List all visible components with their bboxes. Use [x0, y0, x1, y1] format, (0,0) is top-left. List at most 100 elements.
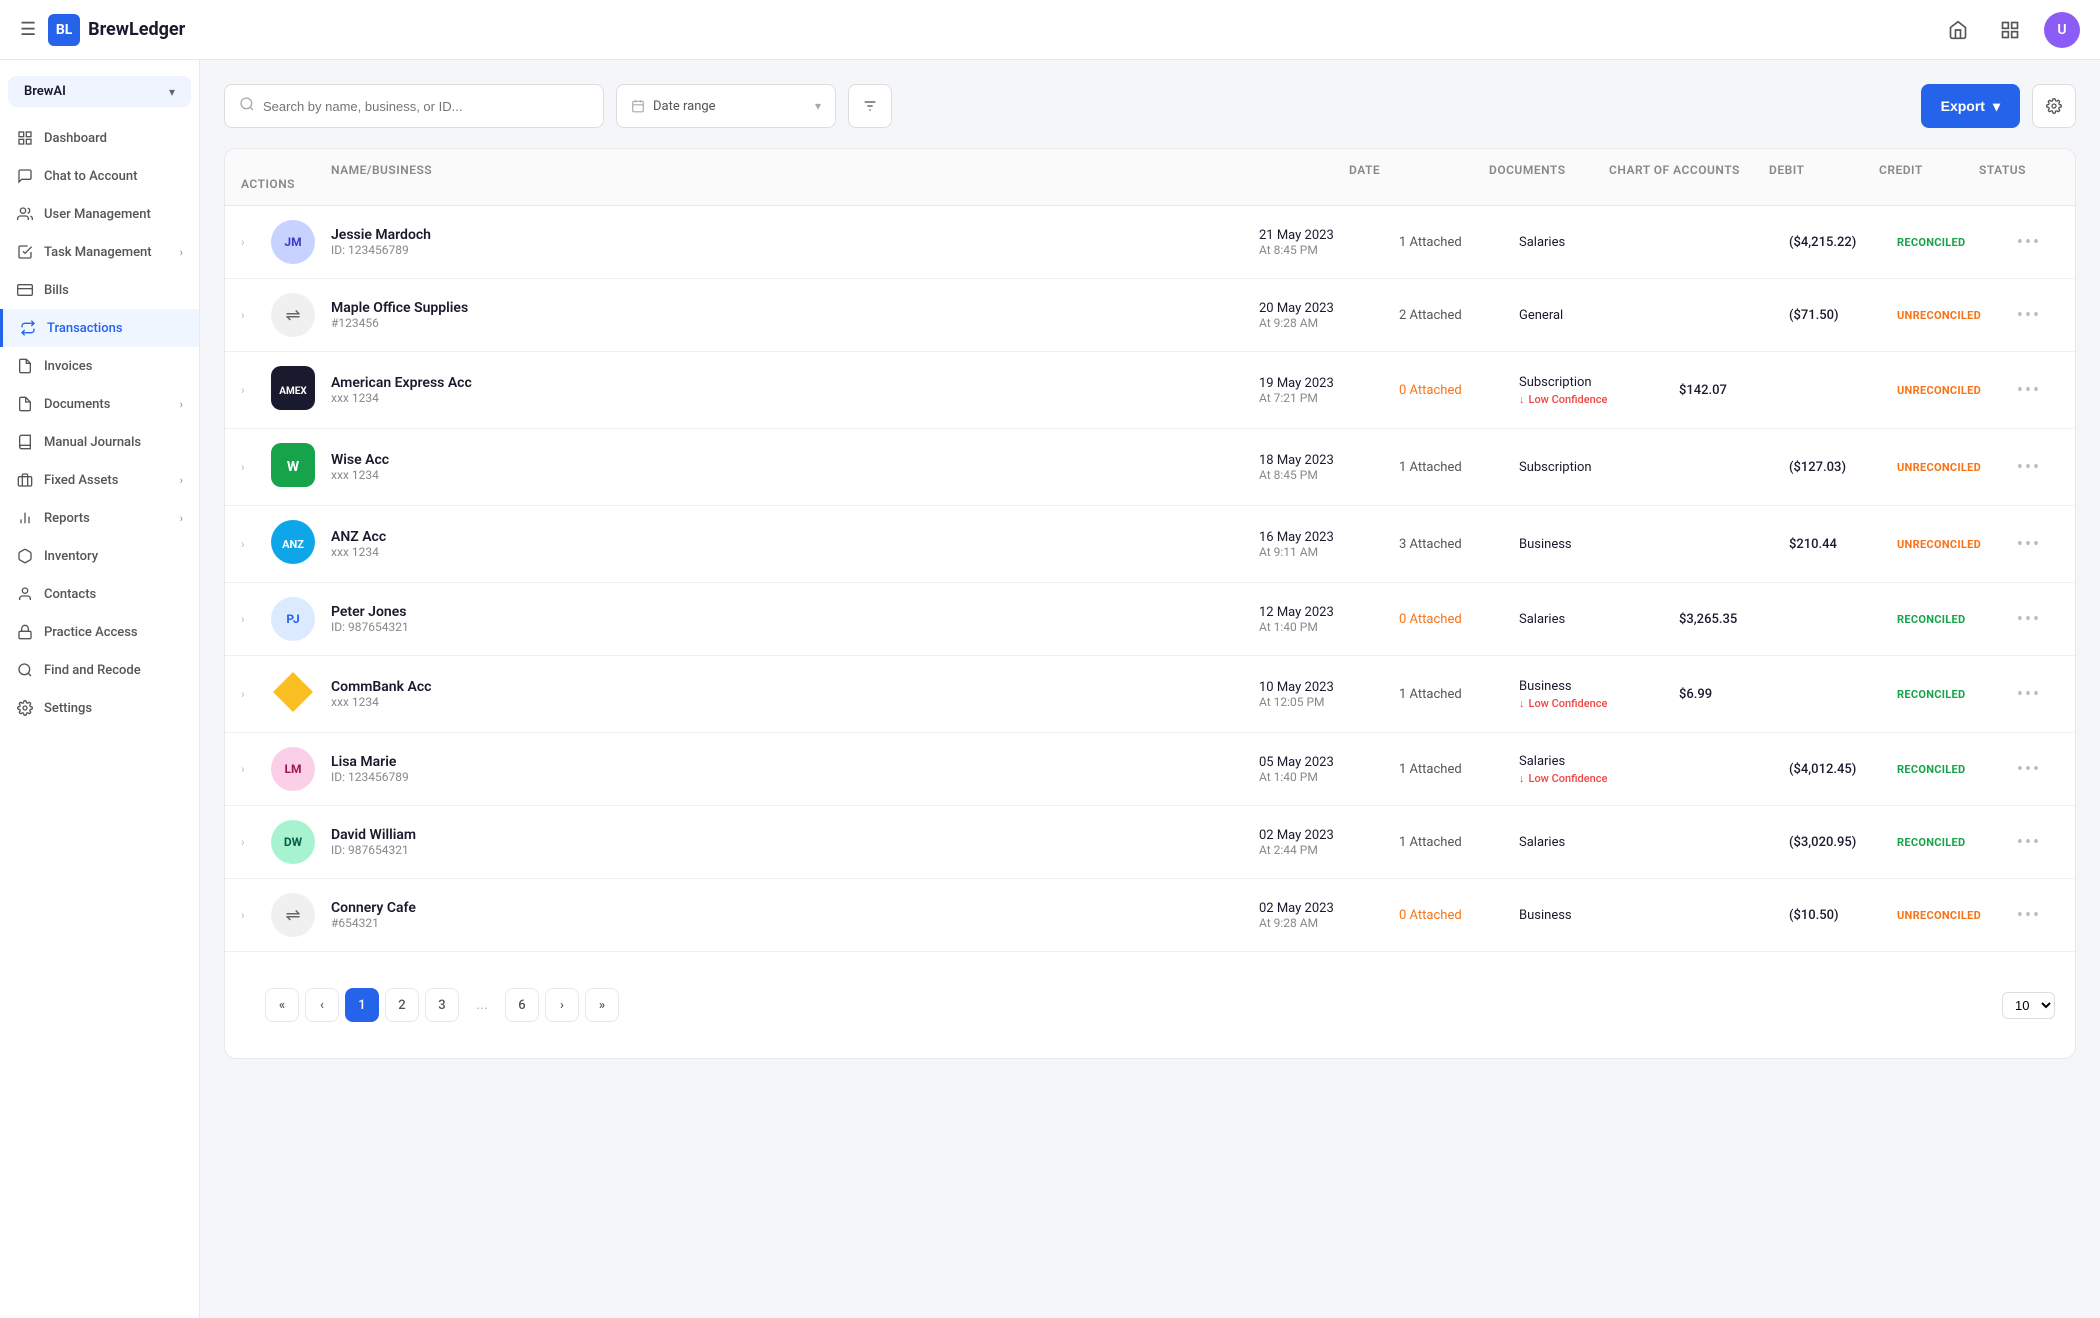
name-cell: Wise Acc xxx 1234: [331, 452, 1259, 482]
page-3-button[interactable]: 3: [425, 988, 459, 1022]
search-box[interactable]: [224, 84, 604, 128]
pagination-controls: « ‹ 1 2 3 ... 6 › »: [245, 968, 639, 1042]
table-row[interactable]: › AMEX American Express Acc xxx 1234 19 …: [225, 352, 2075, 429]
row-expand-icon[interactable]: ›: [241, 537, 271, 551]
actions-cell[interactable]: •••: [1999, 832, 2059, 853]
sidebar-item-inventory[interactable]: Inventory: [0, 537, 199, 575]
actions-cell[interactable]: •••: [1999, 905, 2059, 926]
name-cell: Jessie Mardoch ID: 123456789: [331, 227, 1259, 257]
sidebar-item-settings[interactable]: Settings: [0, 689, 199, 727]
action-menu-icon[interactable]: •••: [2017, 305, 2041, 326]
row-expand-icon[interactable]: ›: [241, 835, 271, 849]
action-menu-icon[interactable]: •••: [2017, 609, 2041, 630]
action-menu-icon[interactable]: •••: [2017, 759, 2041, 780]
user-avatar[interactable]: U: [2044, 12, 2080, 48]
documents-cell: 1 Attached: [1399, 835, 1519, 850]
sidebar-item-documents[interactable]: Documents ›: [0, 385, 199, 423]
row-expand-icon[interactable]: ›: [241, 908, 271, 922]
table-row[interactable]: › ⇌ Maple Office Supplies #123456 20 May…: [225, 279, 2075, 352]
sidebar-item-find-recode[interactable]: Find and Recode: [0, 651, 199, 689]
first-page-button[interactable]: «: [265, 988, 299, 1022]
org-selector[interactable]: BrewAI ▾: [8, 76, 191, 107]
transaction-name: CommBank Acc: [331, 679, 1259, 695]
action-menu-icon[interactable]: •••: [2017, 457, 2041, 478]
transaction-id: ID: 987654321: [331, 843, 1259, 857]
documents-cell: 1 Attached: [1399, 762, 1519, 777]
date-range-picker[interactable]: Date range ▾: [616, 84, 836, 128]
sidebar: BrewAI ▾ Dashboard Chat to Account U: [0, 60, 200, 1318]
transaction-id: #123456: [331, 316, 1259, 330]
sidebar-item-user-management[interactable]: User Management: [0, 195, 199, 233]
actions-cell[interactable]: •••: [1999, 380, 2059, 401]
actions-cell[interactable]: •••: [1999, 305, 2059, 326]
sidebar-item-contacts[interactable]: Contacts: [0, 575, 199, 613]
table-row[interactable]: › DW David William ID: 987654321 02 May …: [225, 806, 2075, 879]
actions-cell[interactable]: •••: [1999, 534, 2059, 555]
sidebar-item-transactions[interactable]: Transactions: [0, 309, 199, 347]
sidebar-item-label: Practice Access: [44, 625, 183, 640]
table-row[interactable]: › JM Jessie Mardoch ID: 123456789 21 May…: [225, 206, 2075, 279]
coa-text: Business: [1519, 908, 1679, 923]
transactions-icon: [19, 319, 37, 337]
search-input[interactable]: [263, 99, 589, 114]
action-menu-icon[interactable]: •••: [2017, 534, 2041, 555]
table-row[interactable]: › W Wise Acc xxx 1234 18 May 2023 At 8:4…: [225, 429, 2075, 506]
export-button[interactable]: Export ▾: [1921, 84, 2020, 128]
documents-cell: 0 Attached: [1399, 383, 1519, 398]
sidebar-item-invoices[interactable]: Invoices: [0, 347, 199, 385]
page-1-button[interactable]: 1: [345, 988, 379, 1022]
row-expand-icon[interactable]: ›: [241, 687, 271, 701]
last-page-button[interactable]: »: [585, 988, 619, 1022]
actions-cell[interactable]: •••: [1999, 609, 2059, 630]
row-expand-icon[interactable]: ›: [241, 762, 271, 776]
grid-icon[interactable]: [1992, 12, 2028, 48]
sidebar-item-chat[interactable]: Chat to Account: [0, 157, 199, 195]
row-avatar: JM: [271, 220, 331, 264]
row-expand-icon[interactable]: ›: [241, 383, 271, 397]
table-row[interactable]: › ANZ ANZ Acc xxx 1234 16 May 2023 At 9:…: [225, 506, 2075, 583]
sidebar-item-reports[interactable]: Reports ›: [0, 499, 199, 537]
transaction-time: At 9:11 AM: [1259, 545, 1399, 559]
export-label: Export: [1941, 98, 1985, 114]
action-menu-icon[interactable]: •••: [2017, 832, 2041, 853]
next-page-button[interactable]: ›: [545, 988, 579, 1022]
table-row[interactable]: › LM Lisa Marie ID: 123456789 05 May 202…: [225, 733, 2075, 806]
table-row[interactable]: › ⇌ Connery Cafe #654321 02 May 2023 At …: [225, 879, 2075, 951]
table-settings-button[interactable]: [2032, 84, 2076, 128]
row-expand-icon[interactable]: ›: [241, 235, 271, 249]
sidebar-item-fixed-assets[interactable]: Fixed Assets ›: [0, 461, 199, 499]
table-row[interactable]: › PJ Peter Jones ID: 987654321 12 May 20…: [225, 583, 2075, 656]
sidebar-item-dashboard[interactable]: Dashboard: [0, 119, 199, 157]
action-menu-icon[interactable]: •••: [2017, 380, 2041, 401]
actions-cell[interactable]: •••: [1999, 684, 2059, 705]
home-icon[interactable]: [1940, 12, 1976, 48]
transaction-name: American Express Acc: [331, 375, 1259, 391]
date-cell: 02 May 2023 At 2:44 PM: [1259, 828, 1399, 857]
action-menu-icon[interactable]: •••: [2017, 232, 2041, 253]
table-row[interactable]: › CommBank Acc xxx 1234 10 May 2023 At 1…: [225, 656, 2075, 733]
sidebar-item-task-management[interactable]: Task Management ›: [0, 233, 199, 271]
hamburger-menu-icon[interactable]: ☰: [20, 19, 36, 40]
row-expand-icon[interactable]: ›: [241, 612, 271, 626]
sidebar-item-bills[interactable]: Bills: [0, 271, 199, 309]
transaction-id: xxx 1234: [331, 545, 1259, 559]
prev-page-button[interactable]: ‹: [305, 988, 339, 1022]
action-menu-icon[interactable]: •••: [2017, 684, 2041, 705]
sidebar-item-label: Bills: [44, 283, 183, 298]
page-2-button[interactable]: 2: [385, 988, 419, 1022]
page-6-button[interactable]: 6: [505, 988, 539, 1022]
row-expand-icon[interactable]: ›: [241, 308, 271, 322]
action-menu-icon[interactable]: •••: [2017, 905, 2041, 926]
sidebar-item-manual-journals[interactable]: Manual Journals: [0, 423, 199, 461]
row-expand-icon[interactable]: ›: [241, 460, 271, 474]
transaction-time: At 8:45 PM: [1259, 243, 1399, 257]
chart-of-accounts-cell: Salaries: [1519, 835, 1679, 850]
per-page-select[interactable]: 10 25 50: [2002, 992, 2055, 1019]
pagination: « ‹ 1 2 3 ... 6 › » 10 25 5: [225, 951, 2075, 1058]
chevron-right-icon: ›: [180, 512, 183, 525]
actions-cell[interactable]: •••: [1999, 759, 2059, 780]
actions-cell[interactable]: •••: [1999, 232, 2059, 253]
actions-cell[interactable]: •••: [1999, 457, 2059, 478]
sidebar-item-practice-access[interactable]: Practice Access: [0, 613, 199, 651]
filter-button[interactable]: [848, 84, 892, 128]
